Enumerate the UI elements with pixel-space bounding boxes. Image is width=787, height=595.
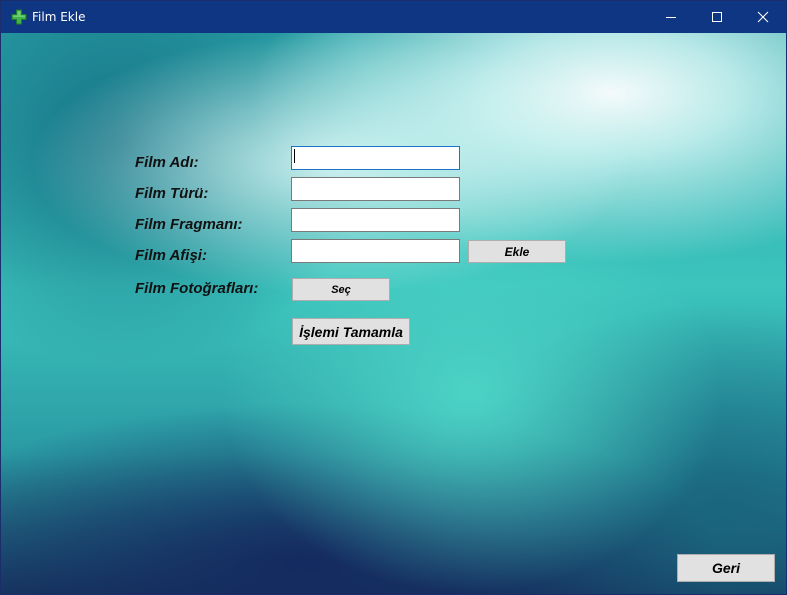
maximize-button[interactable] bbox=[694, 1, 740, 33]
close-icon bbox=[757, 11, 769, 23]
film-adi-input[interactable] bbox=[291, 146, 460, 170]
minimize-button[interactable] bbox=[648, 1, 694, 33]
film-fragmani-input[interactable] bbox=[291, 208, 460, 232]
window-title: Film Ekle bbox=[32, 10, 86, 24]
film-turu-input[interactable] bbox=[291, 177, 460, 201]
geri-button[interactable]: Geri bbox=[677, 554, 775, 582]
text-caret bbox=[294, 149, 295, 163]
islemi-tamamla-button[interactable]: İşlemi Tamamla bbox=[292, 318, 410, 345]
film-adi-label: Film Adı: bbox=[135, 154, 199, 171]
form-area bbox=[1, 33, 786, 594]
film-ekle-window: Film Ekle Film Adı: Film Türü: Film Frag… bbox=[0, 0, 787, 595]
film-turu-label: Film Türü: bbox=[135, 185, 209, 202]
green-plus-icon bbox=[11, 9, 27, 25]
close-button[interactable] bbox=[740, 1, 786, 33]
title-bar[interactable]: Film Ekle bbox=[1, 1, 786, 33]
minimize-icon bbox=[666, 17, 676, 18]
maximize-icon bbox=[712, 12, 722, 22]
film-afisi-label: Film Afişi: bbox=[135, 247, 207, 264]
sec-button[interactable]: Seç bbox=[292, 278, 390, 301]
film-afisi-input[interactable] bbox=[291, 239, 460, 263]
film-fragmani-label: Film Fragmanı: bbox=[135, 216, 243, 233]
ekle-button[interactable]: Ekle bbox=[468, 240, 566, 263]
film-fotograflari-label: Film Fotoğrafları: bbox=[135, 280, 259, 297]
